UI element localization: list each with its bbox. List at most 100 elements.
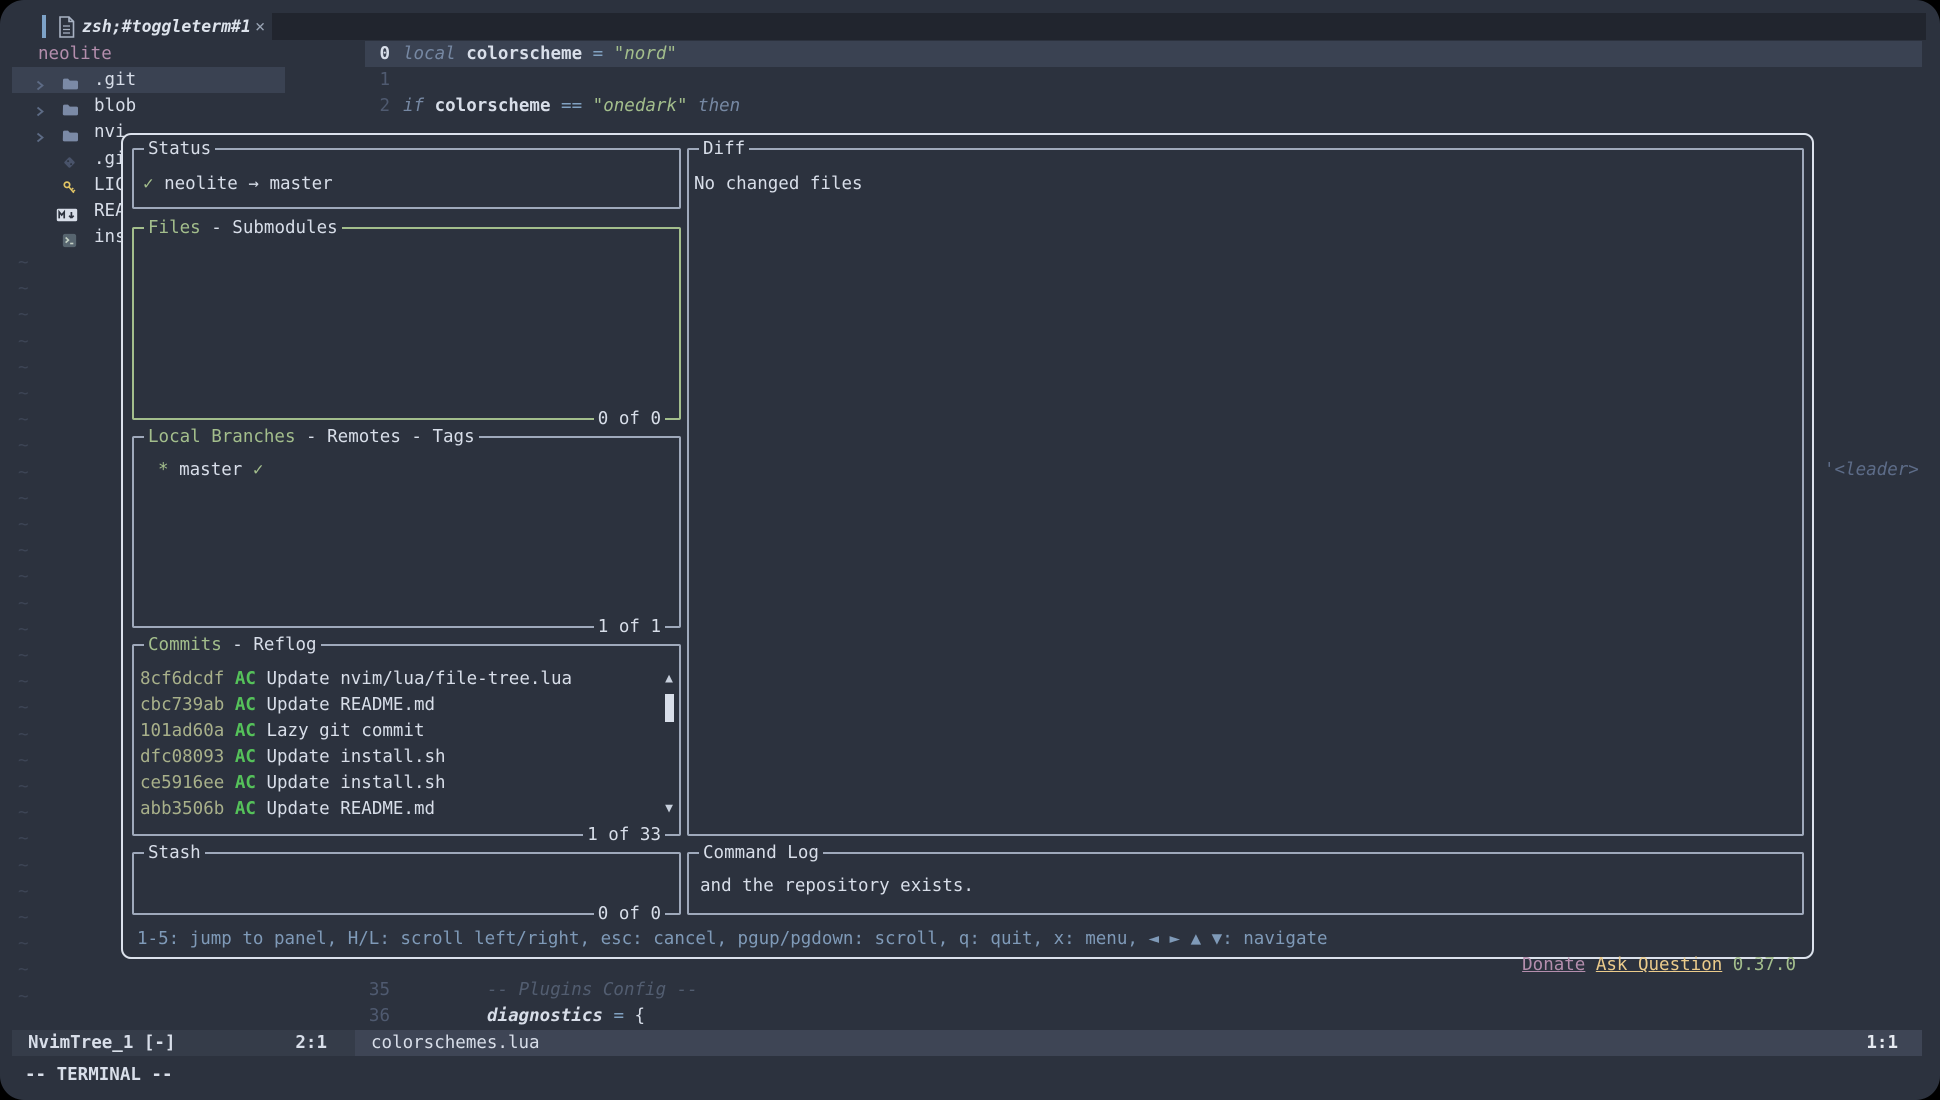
commit-author-flags: AC [235, 695, 256, 715]
close-icon[interactable]: × [255, 14, 265, 40]
stash-panel-title: Stash [144, 840, 205, 866]
code-token: local [403, 44, 466, 64]
ask-question-link[interactable]: Ask Question [1596, 955, 1722, 975]
empty-line-tilde: ~ [18, 538, 29, 564]
commits-panel[interactable]: Commits - Reflog ▲ ▼ 1 of 33 8cf6dcdf AC… [132, 644, 681, 836]
empty-line-tilde: ~ [18, 329, 29, 355]
tree-root-label: neolite [38, 41, 112, 67]
line-number: 35 [340, 977, 390, 1003]
commit-spacer [224, 747, 235, 767]
code-token: colorscheme [466, 44, 582, 64]
commit-spacer [256, 721, 267, 741]
status-panel[interactable]: Status ✓ neolite → master [132, 148, 681, 209]
code-token: diagnostics [487, 1006, 603, 1026]
commit-author-flags: AC [235, 747, 256, 767]
code-token: "nord" [614, 44, 677, 64]
empty-line-tilde: ~ [18, 984, 29, 1010]
branch-star-icon: * [158, 460, 169, 480]
keybindings-help: 1-5: jump to panel, H/L: scroll left/rig… [137, 926, 1328, 952]
commit-hash: abb3506b [140, 799, 224, 819]
commit-hash: 8cf6dcdf [140, 669, 224, 689]
commit-message: Update README.md [266, 695, 435, 715]
statusline-buffer-name: NvimTree_1 [-] [28, 1030, 176, 1056]
scroll-down-icon[interactable]: ▼ [662, 796, 676, 822]
donate-link[interactable]: Donate [1522, 955, 1585, 975]
commit-hash: dfc08093 [140, 747, 224, 767]
commit-spacer [256, 799, 267, 819]
commit-row[interactable]: abb3506b AC Update README.md [140, 796, 435, 822]
line-number: 36 [340, 1003, 390, 1029]
commit-row[interactable]: 101ad60a AC Lazy git commit [140, 718, 425, 744]
commit-row[interactable]: cbc739ab AC Update README.md [140, 692, 435, 718]
empty-line-tilde: ~ [18, 853, 29, 879]
empty-line-tilde: ~ [18, 826, 29, 852]
branches-panel-title: Local Branches - Remotes - Tags [144, 424, 479, 450]
commit-message: Update nvim/lua/file-tree.lua [266, 669, 572, 689]
empty-line-tilde: ~ [18, 931, 29, 957]
commit-spacer [224, 721, 235, 741]
commit-hash: ce5916ee [140, 773, 224, 793]
neovim-frame: zsh;#toggleterm#1 × neolite.gitblobnvi.g… [0, 0, 1940, 1100]
statusline-file-pos: 1:1 [1866, 1030, 1898, 1056]
code-token: == [551, 96, 593, 116]
commit-message: Update install.sh [266, 747, 445, 767]
statusline-filename: colorschemes.lua [371, 1030, 540, 1056]
line-number: 0 [340, 41, 390, 67]
empty-line-tilde: ~ [18, 617, 29, 643]
scroll-up-icon[interactable]: ▲ [662, 666, 676, 692]
commit-spacer [224, 799, 235, 819]
empty-line-tilde: ~ [18, 564, 29, 590]
branch-row[interactable]: * master ✓ [158, 457, 263, 483]
code-line: -- Plugins Config -- [487, 977, 698, 1003]
empty-line-tilde: ~ [18, 695, 29, 721]
tree-root[interactable]: neolite [0, 41, 360, 67]
stash-panel[interactable]: Stash 0 of 0 [132, 852, 681, 915]
diff-message: No changed files [694, 171, 863, 197]
code-token: then [688, 96, 741, 116]
branches-panel[interactable]: Local Branches - Remotes - Tags * master… [132, 436, 681, 628]
diff-panel-title: Diff [699, 136, 749, 162]
diff-panel[interactable]: Diff No changed files [687, 148, 1804, 836]
code-token: { [635, 1006, 646, 1026]
files-panel[interactable]: Files - Submodules 0 of 0 [132, 227, 681, 420]
tab-title[interactable]: zsh;#toggleterm#1 [82, 14, 251, 40]
empty-line-tilde: ~ [18, 800, 29, 826]
empty-line-tilde: ~ [18, 433, 29, 459]
tree-item-label: blob [94, 93, 136, 119]
commit-spacer [224, 669, 235, 689]
commit-row[interactable]: 8cf6dcdf AC Update nvim/lua/file-tree.lu… [140, 666, 572, 692]
empty-line-tilde: ~ [18, 669, 29, 695]
commit-message: Update README.md [266, 799, 435, 819]
commit-message: Update install.sh [266, 773, 445, 793]
commit-spacer [256, 773, 267, 793]
commit-row[interactable]: dfc08093 AC Update install.sh [140, 744, 446, 770]
statusline-tree-segment: NvimTree_1 [-] 2:1 [12, 1030, 355, 1056]
commit-spacer [256, 695, 267, 715]
commit-row[interactable]: ce5916ee AC Update install.sh [140, 770, 446, 796]
commit-author-flags: AC [235, 799, 256, 819]
command-log-panel[interactable]: Command Log and the repository exists. [687, 852, 1804, 915]
empty-line-tilde: ~ [18, 643, 29, 669]
code-token: colorscheme [435, 96, 551, 116]
empty-line-tilde: ~ [18, 591, 29, 617]
commit-hash: cbc739ab [140, 695, 224, 715]
commits-scrollbar-thumb[interactable] [665, 694, 674, 722]
empty-line-tilde: ~ [18, 486, 29, 512]
empty-line-tilde: ~ [18, 407, 29, 433]
tree-item-git[interactable]: .git [0, 67, 360, 93]
line-number: 1 [340, 67, 390, 93]
file-icon [58, 16, 75, 42]
active-tab-indicator [42, 15, 46, 38]
check-icon: ✓ [253, 460, 264, 480]
commit-spacer [256, 669, 267, 689]
code-token: "onedark" [593, 96, 688, 116]
code-line: local colorscheme = "nord" [403, 41, 677, 67]
tabline-fill [272, 13, 1926, 40]
tree-item-blob[interactable]: blob [0, 93, 360, 119]
commit-spacer [224, 773, 235, 793]
commit-author-flags: AC [235, 721, 256, 741]
status-line: ✓ neolite → master [143, 171, 333, 197]
commit-hash: 101ad60a [140, 721, 224, 741]
commit-author-flags: AC [235, 773, 256, 793]
code-line: if colorscheme == "onedark" then [403, 93, 740, 119]
